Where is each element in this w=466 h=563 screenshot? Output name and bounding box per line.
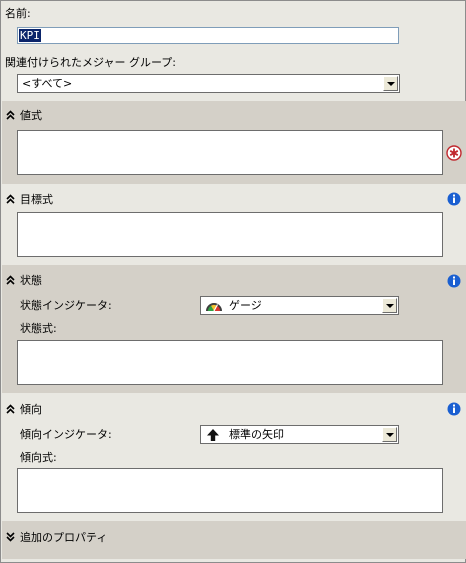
info-icon[interactable] [447, 274, 461, 288]
trend-expression-label: 傾向式: [20, 451, 57, 464]
status-section-title: 状態 [20, 274, 42, 287]
additional-properties-title: 追加のプロパティ [20, 531, 108, 544]
status-indicator-label: 状態インジケータ: [20, 299, 112, 312]
gauge-icon [205, 299, 223, 312]
double-chevron-up-icon[interactable] [6, 404, 15, 414]
info-icon[interactable] [447, 192, 461, 206]
name-input[interactable]: KPI [17, 27, 399, 44]
trend-section-title: 傾向 [20, 403, 42, 416]
chevron-down-icon[interactable] [382, 427, 397, 442]
up-arrow-icon [206, 428, 220, 442]
kpi-form: 名前: KPI 関連付けられたメジャー グループ: <すべて> 値式 目標式 状… [0, 0, 466, 563]
info-icon[interactable] [447, 402, 461, 416]
status-indicator-value: ゲージ [229, 299, 262, 312]
chevron-down-icon[interactable] [382, 298, 397, 313]
status-expression-input[interactable] [17, 340, 443, 385]
name-label: 名前: [5, 7, 31, 20]
measure-group-label: 関連付けられたメジャー グループ: [5, 56, 176, 69]
goal-expression-input[interactable] [17, 212, 443, 257]
double-chevron-up-icon[interactable] [6, 110, 15, 120]
trend-indicator-value: 標準の矢印 [229, 428, 284, 441]
chevron-down-icon[interactable] [383, 76, 398, 91]
value-section-title: 値式 [20, 109, 42, 122]
name-input-value: KPI [19, 29, 41, 42]
status-indicator-dropdown[interactable]: ゲージ [200, 296, 399, 315]
trend-indicator-label: 傾向インジケータ: [20, 428, 112, 441]
measure-group-value: <すべて> [22, 77, 73, 90]
trend-expression-input[interactable] [17, 468, 443, 513]
goal-section-title: 目標式 [20, 193, 53, 206]
double-chevron-up-icon[interactable] [6, 275, 15, 285]
required-asterisk-icon [446, 145, 462, 161]
measure-group-dropdown[interactable]: <すべて> [17, 74, 400, 93]
double-chevron-up-icon[interactable] [6, 194, 15, 204]
status-expression-label: 状態式: [20, 322, 57, 335]
value-expression-input[interactable] [17, 130, 443, 175]
trend-indicator-dropdown[interactable]: 標準の矢印 [200, 425, 399, 444]
double-chevron-down-icon[interactable] [6, 532, 15, 542]
